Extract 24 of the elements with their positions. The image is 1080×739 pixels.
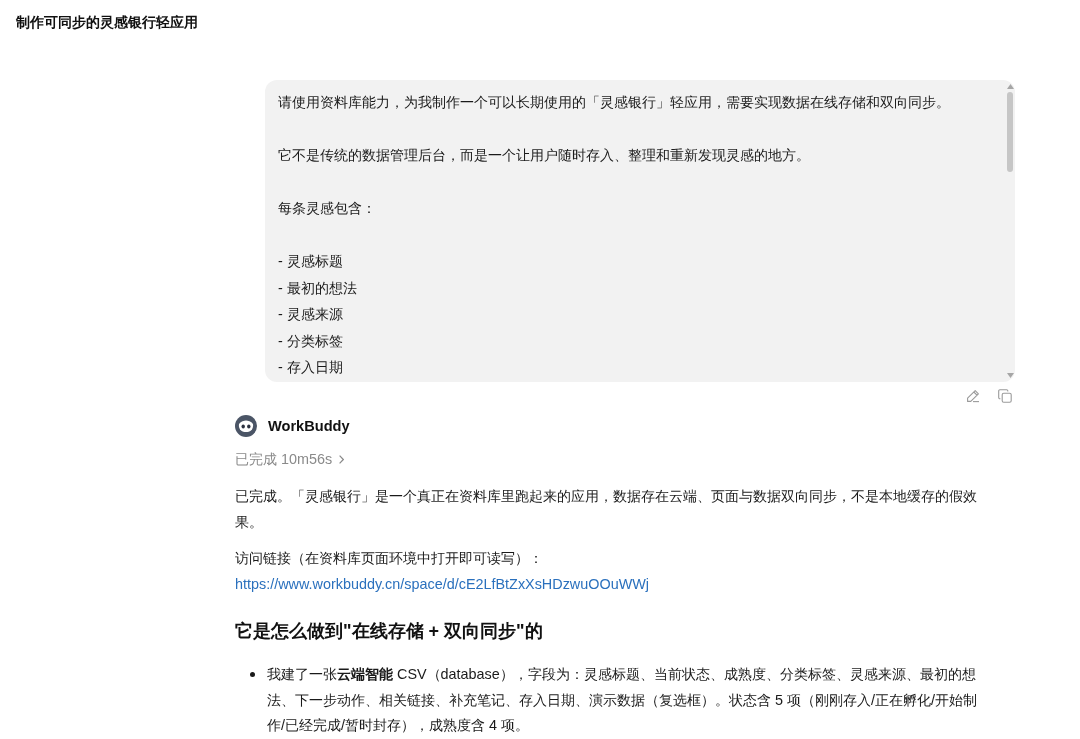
list-item-text: - 最初的想法: [278, 278, 357, 298]
response-paragraph: 已完成。「灵感银行」是一个真正在资料库里跑起来的应用，数据存在云端、页面与数据双向同步，不是本地缓存的假效果。: [235, 487, 978, 532]
scroll-down-icon[interactable]: [1006, 373, 1014, 378]
section-heading: 它是怎么做到"在线存储 + 双向同步"的: [235, 620, 544, 643]
message-paragraph: 请使用资料库能力，为我制作一个可以长期使用的「灵感银行」轻应用，需要实现数据在线存储和双向同步。: [278, 93, 951, 112]
url-link[interactable]: https://www.workbuddy.cn/space/d/cE2LfBtZxXsHDzwuOOuWWj: [235, 571, 649, 597]
message-paragraph: 每条灵感包含：: [278, 199, 377, 218]
copy-icon[interactable]: [998, 389, 1012, 403]
edit-icon[interactable]: [966, 389, 980, 403]
bullet-icon: [250, 672, 255, 678]
chevron-right-icon: [339, 454, 345, 464]
list-item-text: - 灵感标题: [278, 252, 343, 271]
list-item-text: - 灵感来源: [278, 305, 343, 324]
message-paragraph: 它不是传统的数据管理后台，而是一个让用户随时存入、整理和重新发现灵感的地方。: [278, 146, 811, 165]
bullet-text: 我建了一张云端智能 CSV（database），字段为：灵感标题、当前状态、成熟度、分类标签、灵感来源、最初的想法、下一步动作、相关链接、补充笔记、存入日期、演示数据（复选框）。状态含 5 项（刚刚存入/正在孵化/开始制作/已经完成/暂时封存），成熟度含 4 项。: [267, 665, 978, 735]
scroll-up-icon[interactable]: [1006, 84, 1014, 89]
scrollbar-thumb[interactable]: [1007, 92, 1013, 172]
status-toggle[interactable]: 已完成 10m56s: [235, 449, 345, 469]
list-item-text: - 分类标签: [278, 331, 343, 351]
response-paragraph: 访问链接（在资料库页面环境中打开即可读写）：: [235, 549, 544, 568]
page-title: 制作可同步的灵感银行轻应用: [16, 13, 198, 31]
list-item-text: - 存入日期: [278, 358, 343, 377]
avatar-icon: [235, 415, 257, 437]
assistant-name: WorkBuddy: [268, 417, 350, 436]
